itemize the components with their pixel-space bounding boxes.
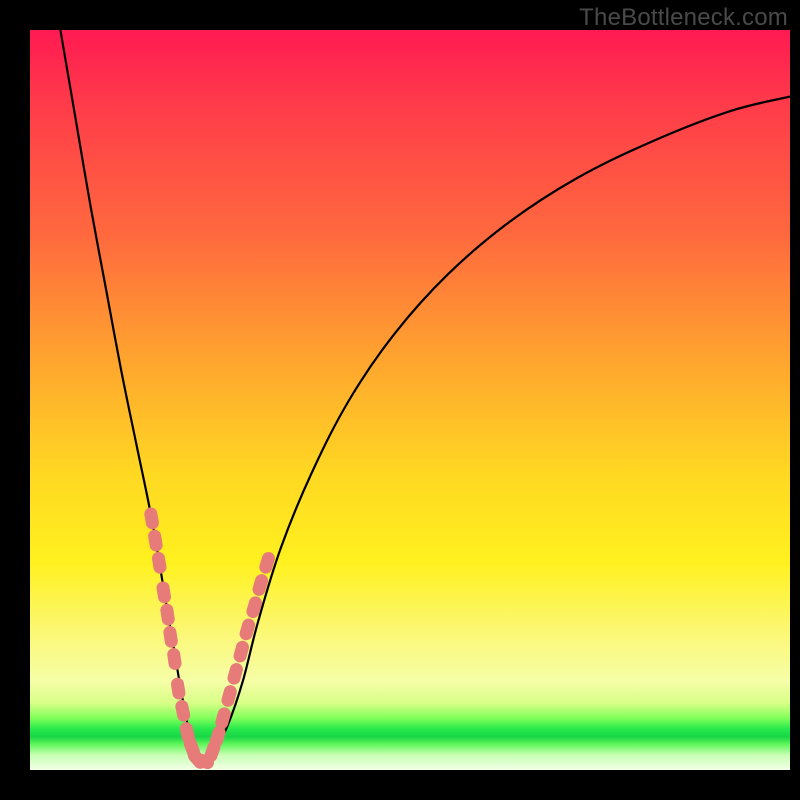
plot-area bbox=[30, 30, 790, 770]
watermark-text: TheBottleneck.com bbox=[579, 4, 788, 32]
chart-frame: TheBottleneck.com bbox=[0, 0, 800, 800]
highlight-beads bbox=[143, 506, 276, 771]
bead-marker bbox=[162, 625, 178, 649]
bead-marker bbox=[156, 581, 172, 605]
bead-marker bbox=[174, 699, 191, 723]
bead-marker bbox=[151, 551, 167, 575]
bead-marker bbox=[159, 603, 175, 627]
bead-marker bbox=[143, 506, 160, 530]
curve-svg bbox=[30, 30, 790, 770]
bead-marker bbox=[147, 529, 164, 553]
bead-marker bbox=[166, 647, 182, 671]
bead-marker bbox=[170, 677, 186, 701]
